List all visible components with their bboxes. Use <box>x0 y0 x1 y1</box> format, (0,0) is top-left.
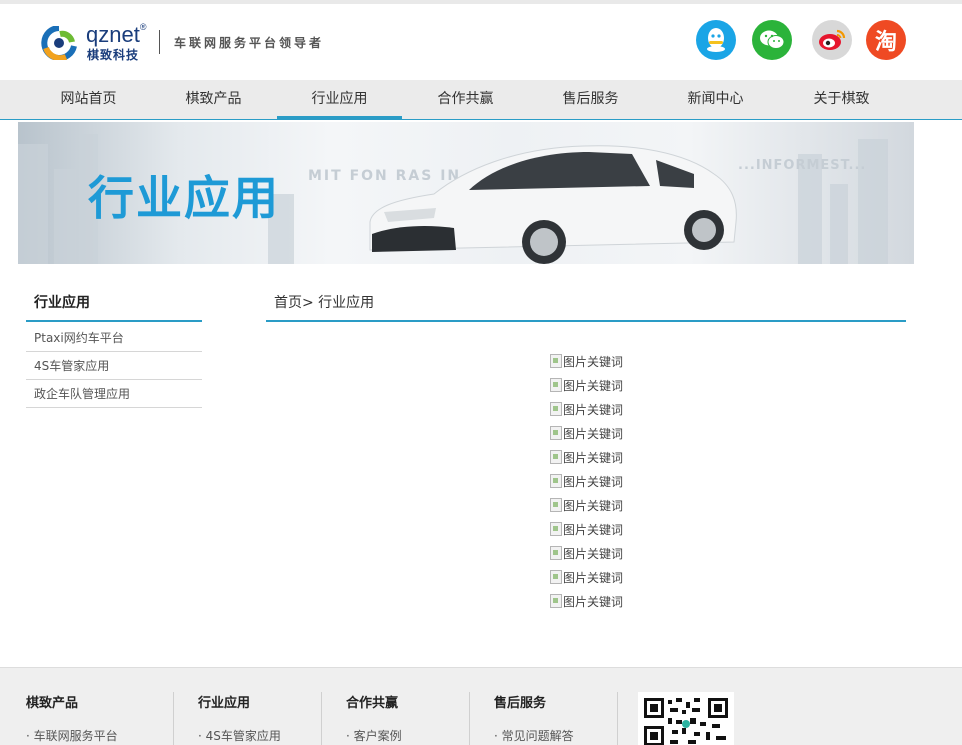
sidebar-item-ptaxi[interactable]: Ptaxi网约车平台 <box>26 324 202 352</box>
broken-image: 图片关键词 <box>550 394 670 418</box>
footer-heading[interactable]: 售后服务 <box>494 692 574 711</box>
wechat-icon[interactable] <box>752 20 792 60</box>
broken-image: 图片关键词 <box>550 586 670 610</box>
broken-image: 图片关键词 <box>550 490 670 514</box>
footer-column-industry: 行业应用 · 4S车管家应用 <box>198 692 281 745</box>
qr-code-icon <box>638 692 734 745</box>
logo-mark-icon <box>41 26 77 60</box>
footer-link[interactable]: · 常见问题解答 <box>494 727 574 744</box>
banner-title: 行业应用 <box>88 171 280 225</box>
footer-link[interactable]: · 客户案例 <box>346 727 402 744</box>
image-alt-text: 图片关键词 <box>563 475 624 489</box>
footer-divider <box>173 692 174 745</box>
footer-divider <box>617 692 618 745</box>
image-alt-text: 图片关键词 <box>563 355 624 369</box>
banner-watermark-text-2: ...INFORMEST... <box>738 158 867 173</box>
image-alt-text: 图片关键词 <box>563 403 624 417</box>
main-nav: 网站首页 棋致产品 行业应用 合作共赢 售后服务 新闻中心 关于棋致 <box>0 80 962 120</box>
broken-image: 图片关键词 <box>550 466 670 490</box>
broken-image-icon <box>550 594 562 608</box>
site-header: qznet® 棋致科技 车联网服务平台领导者 淘 <box>0 4 962 80</box>
nav-item-home[interactable]: 网站首页 <box>26 80 151 119</box>
sidebar-title: 行业应用 <box>26 288 202 322</box>
site-footer: 棋致产品 · 车联网服务平台 行业应用 · 4S车管家应用 合作共赢 · 客户案… <box>0 667 962 745</box>
broken-image-icon <box>550 426 562 440</box>
nav-item-news[interactable]: 新闻中心 <box>653 80 778 119</box>
broken-image-icon <box>550 474 562 488</box>
image-alt-text: 图片关键词 <box>563 499 624 513</box>
logo-chinese: 棋致科技 <box>87 48 140 62</box>
broken-image-icon <box>550 546 562 560</box>
broken-image-icon <box>550 498 562 512</box>
nav-item-industry[interactable]: 行业应用 <box>277 80 402 120</box>
image-list: 图片关键词 图片关键词 图片关键词 图片关键词 图片关键词 图片关键词 图片关键… <box>550 346 670 610</box>
site-logo[interactable]: qznet® 棋致科技 <box>40 22 150 64</box>
footer-column-partners: 合作共赢 · 客户案例 <box>346 692 402 745</box>
nav-item-products[interactable]: 棋致产品 <box>151 80 276 119</box>
footer-heading[interactable]: 棋致产品 <box>26 692 118 711</box>
qq-icon[interactable] <box>696 20 736 60</box>
nav-item-partners[interactable]: 合作共赢 <box>403 80 528 119</box>
broken-image-icon <box>550 522 562 536</box>
footer-column-service: 售后服务 · 常见问题解答 <box>494 692 574 745</box>
car-image <box>369 145 737 264</box>
broken-image: 图片关键词 <box>550 538 670 562</box>
broken-image-icon <box>550 570 562 584</box>
footer-divider <box>321 692 322 745</box>
broken-image: 图片关键词 <box>550 562 670 586</box>
sidebar-item-fleet[interactable]: 政企车队管理应用 <box>26 380 202 408</box>
broken-image: 图片关键词 <box>550 370 670 394</box>
broken-image: 图片关键词 <box>550 514 670 538</box>
footer-link[interactable]: · 车联网服务平台 <box>26 727 118 744</box>
image-alt-text: 图片关键词 <box>563 523 624 537</box>
image-alt-text: 图片关键词 <box>563 595 624 609</box>
image-alt-text: 图片关键词 <box>563 427 624 441</box>
nav-item-about[interactable]: 关于棋致 <box>779 80 904 119</box>
image-alt-text: 图片关键词 <box>563 571 624 585</box>
footer-column-products: 棋致产品 · 车联网服务平台 <box>26 692 118 745</box>
image-alt-text: 图片关键词 <box>563 547 624 561</box>
image-alt-text: 图片关键词 <box>563 379 624 393</box>
footer-link[interactable]: · 4S车管家应用 <box>198 727 281 744</box>
slogan: 车联网服务平台领导者 <box>174 36 325 50</box>
image-alt-text: 图片关键词 <box>563 451 624 465</box>
sidebar-item-4s[interactable]: 4S车管家应用 <box>26 352 202 380</box>
broken-image-icon <box>550 354 562 368</box>
sidebar-list: Ptaxi网约车平台 4S车管家应用 政企车队管理应用 <box>26 324 202 408</box>
footer-divider <box>469 692 470 745</box>
footer-heading[interactable]: 合作共赢 <box>346 692 402 711</box>
nav-item-service[interactable]: 售后服务 <box>528 80 653 119</box>
broken-image-icon <box>550 402 562 416</box>
logo-word: qznet® <box>86 22 147 47</box>
broken-image: 图片关键词 <box>550 418 670 442</box>
broken-image: 图片关键词 <box>550 346 670 370</box>
page-banner: MIT FON RAS IN ...INFORMEST... 行业应用 <box>18 122 914 264</box>
broken-image: 图片关键词 <box>550 442 670 466</box>
taobao-icon[interactable]: 淘 <box>866 20 906 60</box>
broken-image-icon <box>550 450 562 464</box>
weibo-icon[interactable] <box>812 20 852 60</box>
logo-divider <box>159 30 160 54</box>
broken-image-icon <box>550 378 562 392</box>
breadcrumb: 首页> 行业应用 <box>266 288 906 322</box>
footer-heading[interactable]: 行业应用 <box>198 692 281 711</box>
